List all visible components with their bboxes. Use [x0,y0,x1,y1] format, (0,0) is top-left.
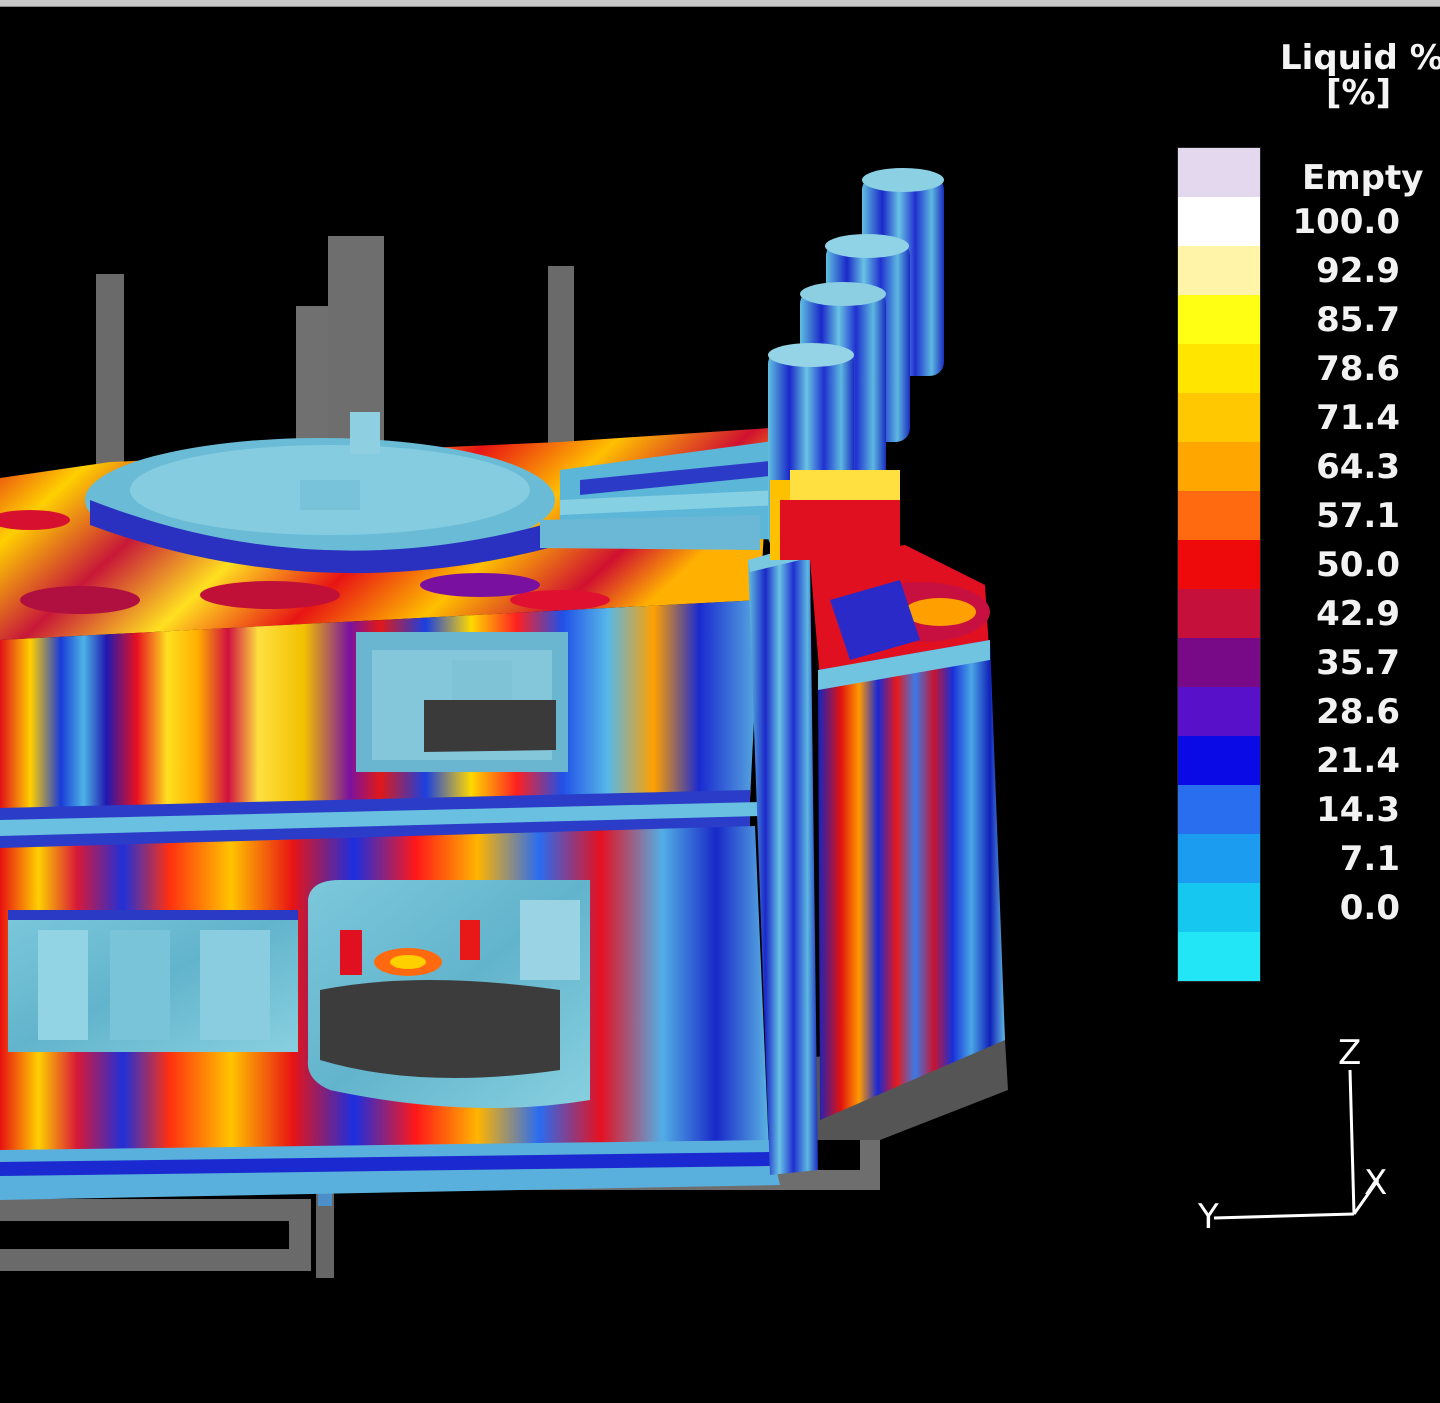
legend-swatch [1178,736,1260,785]
legend-swatch [1178,442,1260,491]
simulation-viewport[interactable]: Liquid % [%] Empty 100.0 92.9 85.7 78.6 71.4… [0,0,1440,1403]
legend-color-bar [1178,148,1260,981]
legend-swatch [1178,589,1260,638]
legend-swatch [1178,687,1260,736]
legend-swatch [1178,932,1260,981]
legend-tick-label: 50.0 [1316,544,1400,585]
legend-empty-label: Empty [1302,158,1424,198]
legend-swatch [1178,344,1260,393]
legend-tick-label: 64.3 [1316,446,1400,487]
legend-tick-label: 14.3 [1316,789,1400,830]
legend-swatch [1178,785,1260,834]
legend-tick-label: 21.4 [1316,740,1400,781]
legend-swatch [1178,246,1260,295]
legend-tick-label: 57.1 [1316,495,1400,536]
legend-tick-label: 28.6 [1316,691,1400,732]
legend-tick-label: 85.7 [1316,299,1400,340]
legend-tick-label: 92.9 [1316,250,1400,291]
legend-swatch [1178,295,1260,344]
axis-triad-icon: Z X Y [1197,1033,1387,1237]
legend-tick-label: 71.4 [1316,397,1400,438]
legend-swatch-empty [1178,148,1260,197]
legend-unit: [%] [1326,73,1392,113]
legend-tick-label: 78.6 [1316,348,1400,389]
axis-x-label: X [1364,1163,1387,1203]
axis-z-label: Z [1338,1033,1361,1073]
legend-tick-label: 0.0 [1339,887,1400,928]
legend-tick-label: 100.0 [1292,201,1400,242]
legend-tick-label: 42.9 [1316,593,1400,634]
legend-title: Liquid % [1280,38,1440,78]
legend-tick-label: 35.7 [1316,642,1400,683]
legend-swatch [1178,883,1260,932]
legend-swatch [1178,393,1260,442]
legend-swatch [1178,197,1260,246]
legend-swatch [1178,540,1260,589]
legend-swatch [1178,638,1260,687]
legend-swatch [1178,834,1260,883]
legend-tick-label: 7.1 [1339,838,1400,879]
axis-y-label: Y [1197,1197,1219,1237]
legend-swatch [1178,491,1260,540]
